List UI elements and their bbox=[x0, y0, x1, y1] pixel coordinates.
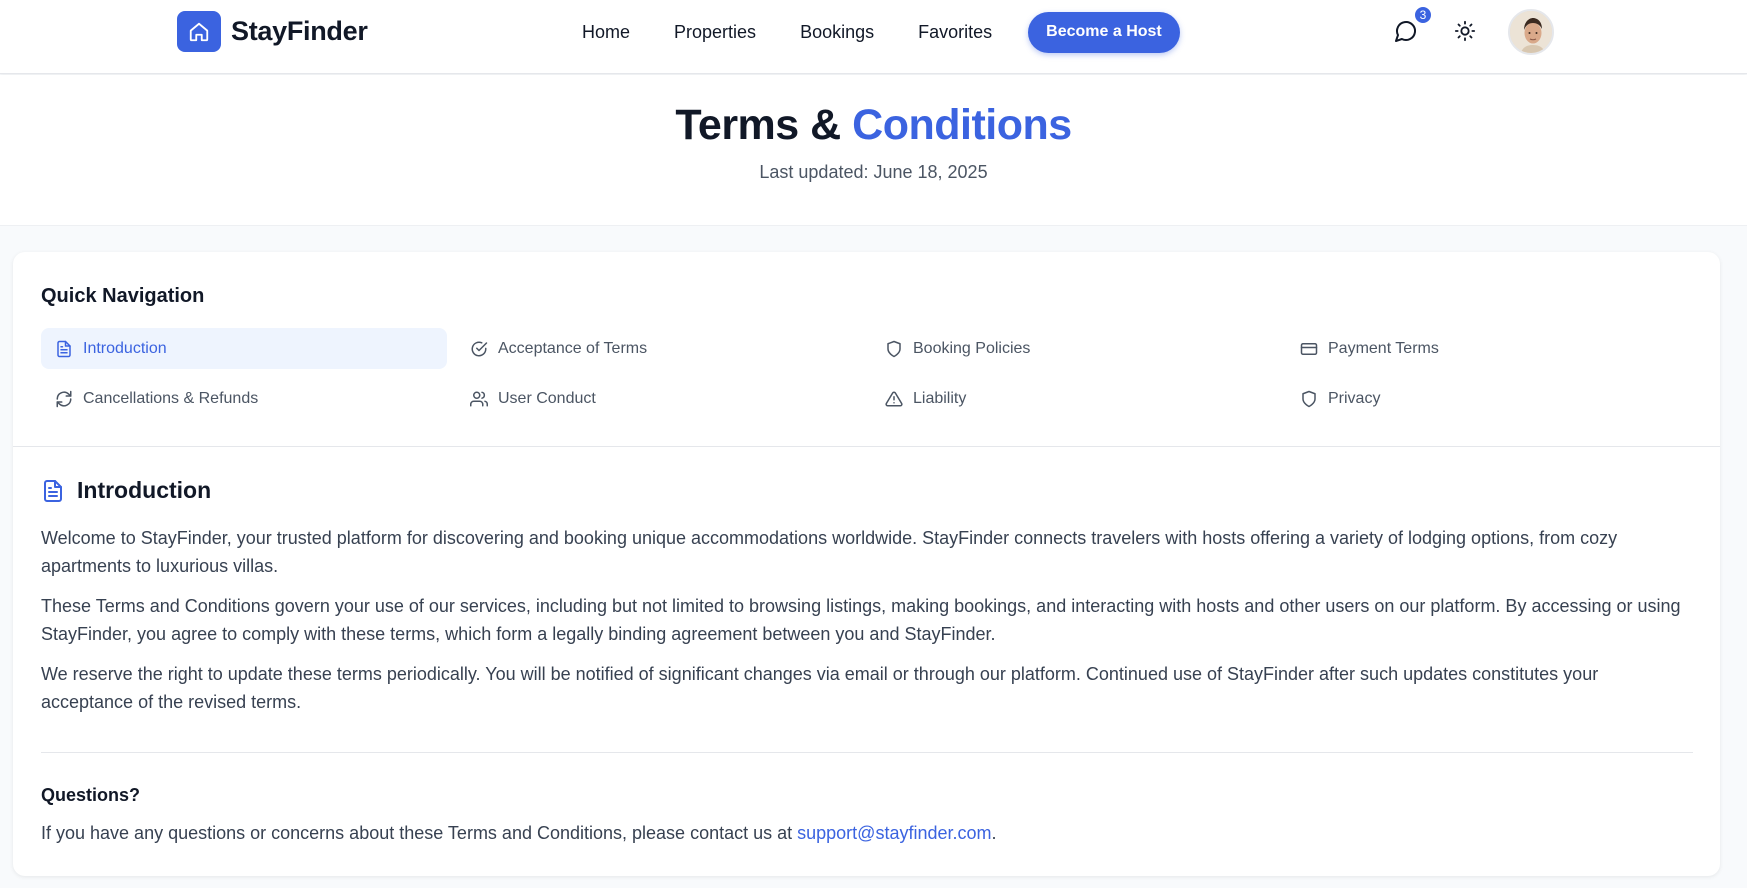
quick-nav-label: Introduction bbox=[83, 339, 167, 357]
divider bbox=[41, 752, 1693, 753]
quick-nav-label: Cancellations & Refunds bbox=[83, 389, 259, 407]
section-header: Introduction bbox=[41, 477, 211, 504]
section-paragraph: We reserve the right to update these ter… bbox=[41, 664, 1599, 712]
questions-text: If you have any questions or concerns ab… bbox=[41, 823, 997, 844]
section-paragraph: These Terms and Conditions govern your u… bbox=[41, 596, 1681, 644]
message-count-badge: 3 bbox=[1413, 5, 1433, 25]
document-icon bbox=[57, 340, 71, 357]
quick-nav-payment-terms[interactable]: Payment Terms bbox=[1286, 328, 1692, 369]
page-hero: Terms & Conditions Last updated: June 18… bbox=[0, 75, 1747, 226]
credit-card-icon bbox=[1300, 342, 1318, 355]
refresh-icon bbox=[56, 390, 72, 407]
page-title-accent: Conditions bbox=[852, 101, 1072, 149]
questions-body: If you have any questions or concerns ab… bbox=[41, 823, 793, 843]
quick-nav-title: Quick Navigation bbox=[41, 285, 205, 307]
terms-card: Quick Navigation Introduction Acceptance… bbox=[13, 252, 1720, 876]
quick-nav-label: Booking Policies bbox=[913, 339, 1031, 357]
section-paragraph: Welcome to StayFinder, your trusted plat… bbox=[41, 528, 1618, 576]
nav-home[interactable]: Home bbox=[582, 22, 630, 43]
page-title-main: Terms & bbox=[675, 101, 841, 149]
page-title: Terms & Conditions bbox=[0, 101, 1747, 150]
brand-name: StayFinder bbox=[231, 16, 368, 46]
quick-nav-label: User Conduct bbox=[498, 389, 596, 407]
questions-end: . bbox=[991, 823, 997, 843]
home-icon bbox=[177, 11, 221, 52]
section-title: Introduction bbox=[77, 477, 212, 503]
nav-bookings[interactable]: Bookings bbox=[800, 22, 874, 43]
quick-nav-privacy[interactable]: Privacy bbox=[1286, 378, 1692, 419]
warning-icon bbox=[885, 390, 903, 406]
shield-icon bbox=[887, 340, 901, 357]
quick-nav-booking-policies[interactable]: Booking Policies bbox=[871, 328, 1277, 369]
quick-nav-introduction[interactable]: Introduction bbox=[41, 328, 447, 369]
quick-nav-acceptance[interactable]: Acceptance of Terms bbox=[456, 328, 862, 369]
avatar[interactable] bbox=[1508, 9, 1554, 55]
shield-icon bbox=[1302, 390, 1316, 407]
quick-nav-cancellations[interactable]: Cancellations & Refunds bbox=[41, 378, 447, 419]
main-nav: Home Properties Bookings Favorites Becom… bbox=[560, 11, 1180, 53]
sun-icon[interactable] bbox=[1450, 16, 1480, 46]
nav-properties[interactable]: Properties bbox=[674, 22, 756, 43]
divider bbox=[13, 446, 1720, 447]
brand[interactable]: StayFinder bbox=[177, 11, 368, 52]
support-email-link[interactable]: support@stayfinder.com bbox=[797, 823, 991, 843]
quick-nav-liability[interactable]: Liability bbox=[871, 378, 1277, 419]
nav-favorites[interactable]: Favorites bbox=[918, 22, 992, 43]
quick-nav-label: Acceptance of Terms bbox=[498, 339, 648, 357]
become-host-button[interactable]: Become a Host bbox=[1028, 11, 1180, 53]
quick-nav-label: Liability bbox=[913, 389, 967, 407]
users-icon bbox=[470, 391, 488, 406]
quick-nav-user-conduct[interactable]: User Conduct bbox=[456, 378, 862, 419]
top-navbar: StayFinder Home Properties Bookings Favo… bbox=[0, 0, 1747, 74]
last-updated: Last updated: June 18, 2025 bbox=[759, 162, 988, 182]
check-circle-icon bbox=[471, 341, 488, 356]
document-icon bbox=[44, 479, 62, 502]
quick-nav-label: Privacy bbox=[1328, 389, 1381, 407]
questions-title: Questions? bbox=[41, 785, 141, 805]
quick-nav-label: Payment Terms bbox=[1328, 339, 1439, 357]
